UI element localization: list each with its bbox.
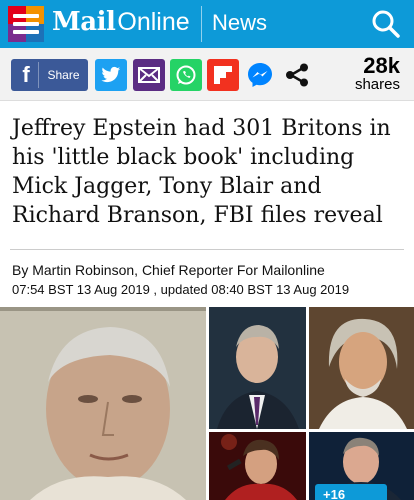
photo-mick-jagger[interactable] <box>209 432 306 500</box>
gallery-count-badge[interactable]: +16 <box>315 484 387 500</box>
photo-richard-branson[interactable] <box>309 307 414 429</box>
top-nav-bar: Mail Online News <box>0 0 414 48</box>
logo-online-text: Online <box>117 8 190 36</box>
messenger-icon <box>248 63 272 87</box>
photo-jeffrey-epstein[interactable] <box>0 307 206 500</box>
flipboard-icon <box>214 66 232 84</box>
flipboard-share-button[interactable] <box>207 59 239 91</box>
logo-mail-text: Mail <box>52 7 116 37</box>
twitter-icon <box>101 66 121 83</box>
site-logo[interactable]: Mail Online <box>52 7 190 41</box>
share-icon <box>286 63 308 87</box>
share-bar: f Share 28k shares <box>0 48 414 101</box>
share-count-label: shares <box>354 76 400 93</box>
share-count: 28k shares <box>340 55 400 93</box>
search-icon <box>372 10 400 38</box>
gallery-count-text: +16 <box>323 486 346 500</box>
twitter-share-button[interactable] <box>95 59 127 91</box>
hamburger-icon <box>13 14 39 38</box>
article-byline[interactable]: By Martin Robinson, Chief Reporter For M… <box>12 262 325 278</box>
section-label-news[interactable]: News <box>212 10 267 36</box>
menu-button[interactable] <box>8 6 44 42</box>
facebook-share-label: Share <box>47 68 80 82</box>
whatsapp-share-button[interactable] <box>170 59 202 91</box>
facebook-icon: f <box>13 62 40 88</box>
whatsapp-icon <box>176 65 196 85</box>
messenger-share-button[interactable] <box>244 59 276 91</box>
search-button[interactable] <box>370 8 402 40</box>
facebook-share-button[interactable]: f Share <box>11 59 88 91</box>
email-icon <box>138 67 160 83</box>
email-share-button[interactable] <box>133 59 165 91</box>
share-count-number: 28k <box>363 53 400 78</box>
more-share-button[interactable] <box>281 59 313 91</box>
photo-tony-blair[interactable] <box>209 307 306 429</box>
header-divider <box>201 6 202 42</box>
article-timestamp: 07:54 BST 13 Aug 2019 , updated 08:40 BS… <box>12 282 350 297</box>
headline-divider <box>10 249 404 250</box>
article-headline: Jeffrey Epstein had 301 Britons in his '… <box>12 116 391 228</box>
